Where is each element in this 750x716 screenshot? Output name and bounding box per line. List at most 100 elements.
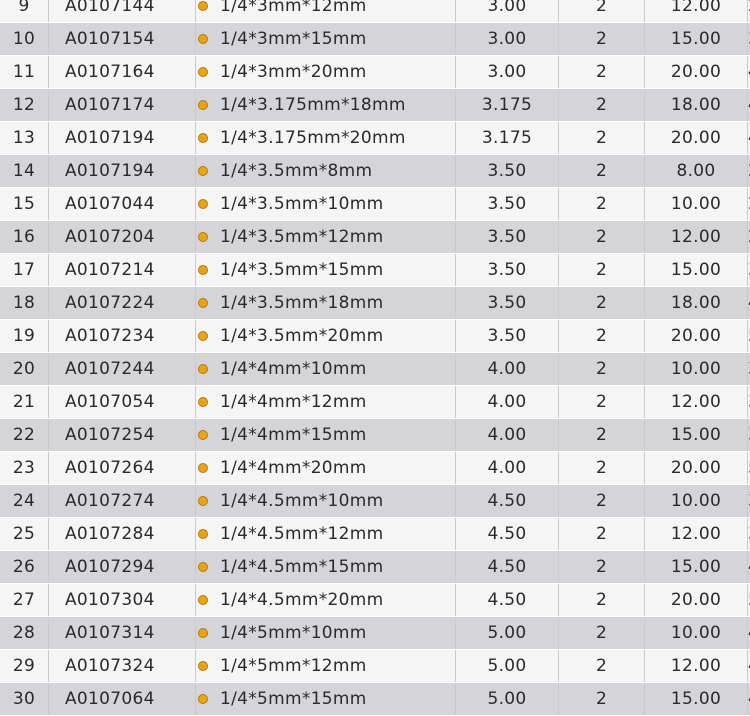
status-dot-icon xyxy=(198,1,208,11)
table-row: 15A01070441/4*3.5mm*10mm3.50210.0028.4 xyxy=(0,188,750,221)
spec-description: 1/4*4mm*20mm xyxy=(210,452,456,485)
shank-diameter: 4.50 xyxy=(456,518,559,551)
shank-diameter: 4.00 xyxy=(456,452,559,485)
shank-diameter: 4.50 xyxy=(456,584,559,617)
table-row: 10A01071541/4*3mm*15mm3.00215.0035.6 xyxy=(0,23,750,56)
cutting-length: 10.00 xyxy=(645,188,748,221)
part-code: A0107234 xyxy=(49,320,196,353)
flute-count: 2 xyxy=(559,518,645,551)
flute-count: 2 xyxy=(559,683,645,716)
spec-table-body: 9A01071441/4*3mm*12mm3.00212.0028.410A01… xyxy=(0,0,750,716)
shank-diameter: 5.00 xyxy=(456,617,559,650)
cutting-length: 12.00 xyxy=(645,650,748,683)
cutting-length: 15.00 xyxy=(645,551,748,584)
status-dot-cell xyxy=(196,0,211,23)
shank-diameter: 3.175 xyxy=(456,89,559,122)
status-dot-cell xyxy=(196,518,211,551)
table-row: 17A01072141/4*3.5mm*15mm3.50215.0035.6 xyxy=(0,254,750,287)
table-row: 23A01072641/4*4mm*20mm4.00220.0051.8 xyxy=(0,452,750,485)
spec-description: 1/4*3.5mm*10mm xyxy=(210,188,456,221)
row-number: 29 xyxy=(0,650,49,683)
table-row: 19A01072341/4*3.5mm*20mm3.50220.0052.8 xyxy=(0,320,750,353)
part-code: A0107054 xyxy=(49,386,196,419)
table-row: 21A01070541/4*4mm*12mm4.00212.0035.6 xyxy=(0,386,750,419)
spec-description: 1/4*4.5mm*20mm xyxy=(210,584,456,617)
shank-diameter: 5.00 xyxy=(456,683,559,716)
flute-count: 2 xyxy=(559,452,645,485)
table-row: 25A01072841/4*4.5mm*12mm4.50212.0039.6 xyxy=(0,518,750,551)
cutting-length: 12.00 xyxy=(645,518,748,551)
flute-count: 2 xyxy=(559,650,645,683)
part-code: A0107264 xyxy=(49,452,196,485)
row-number: 9 xyxy=(0,0,49,23)
cutting-length: 10.00 xyxy=(645,485,748,518)
spec-description: 1/4*3.175mm*20mm xyxy=(210,122,456,155)
status-dot-cell xyxy=(196,485,211,518)
shank-diameter: 3.50 xyxy=(456,320,559,353)
spec-description: 1/4*3mm*15mm xyxy=(210,23,456,56)
status-dot-icon xyxy=(198,595,208,605)
part-code: A0107164 xyxy=(49,56,196,89)
status-dot-cell xyxy=(196,221,211,254)
part-code: A0107244 xyxy=(49,353,196,386)
spec-description: 1/4*3mm*12mm xyxy=(210,0,456,23)
status-dot-cell xyxy=(196,287,211,320)
table-row: 27A01073041/4*4.5mm*20mm4.50220.0051.8 xyxy=(0,584,750,617)
part-code: A0107144 xyxy=(49,0,196,23)
cutting-length: 12.00 xyxy=(645,221,748,254)
spec-description: 1/4*5mm*10mm xyxy=(210,617,456,650)
table-row: 20A01072441/4*4mm*10mm4.00210.0035.6 xyxy=(0,353,750,386)
table-row: 11A01071641/4*3mm*20mm3.00220.0049.2 xyxy=(0,56,750,89)
status-dot-cell xyxy=(196,617,211,650)
row-number: 26 xyxy=(0,551,49,584)
cutting-length: 15.00 xyxy=(645,683,748,716)
cutting-length: 12.00 xyxy=(645,0,748,23)
flute-count: 2 xyxy=(559,617,645,650)
flute-count: 2 xyxy=(559,56,645,89)
cutting-length: 15.00 xyxy=(645,254,748,287)
status-dot-icon xyxy=(198,661,208,671)
cutting-length: 20.00 xyxy=(645,584,748,617)
spec-description: 1/4*3.5mm*15mm xyxy=(210,254,456,287)
row-number: 22 xyxy=(0,419,49,452)
cutting-length: 12.00 xyxy=(645,386,748,419)
part-code: A0107324 xyxy=(49,650,196,683)
spec-description: 1/4*4.5mm*10mm xyxy=(210,485,456,518)
status-dot-icon xyxy=(198,265,208,275)
status-dot-cell xyxy=(196,452,211,485)
row-number: 19 xyxy=(0,320,49,353)
part-code: A0107044 xyxy=(49,188,196,221)
cutting-length: 15.00 xyxy=(645,23,748,56)
flute-count: 2 xyxy=(559,221,645,254)
spec-description: 1/4*5mm*12mm xyxy=(210,650,456,683)
status-dot-icon xyxy=(198,562,208,572)
part-code: A0107194 xyxy=(49,122,196,155)
status-dot-icon xyxy=(198,463,208,473)
status-dot-cell xyxy=(196,320,211,353)
spec-description: 1/4*3.5mm*18mm xyxy=(210,287,456,320)
shank-diameter: 5.00 xyxy=(456,650,559,683)
table-row: 22A01072541/4*4mm*15mm4.00215.0039.6 xyxy=(0,419,750,452)
shank-diameter: 4.50 xyxy=(456,551,559,584)
table-row: 28A01073141/4*5mm*10mm5.00210.0042.6 xyxy=(0,617,750,650)
spec-description: 1/4*4.5mm*15mm xyxy=(210,551,456,584)
part-code: A0107304 xyxy=(49,584,196,617)
row-number: 18 xyxy=(0,287,49,320)
status-dot-cell xyxy=(196,155,211,188)
status-dot-cell xyxy=(196,419,211,452)
cutting-length: 15.00 xyxy=(645,419,748,452)
part-code: A0107194 xyxy=(49,155,196,188)
spec-description: 1/4*3mm*20mm xyxy=(210,56,456,89)
flute-count: 2 xyxy=(559,551,645,584)
shank-diameter: 3.50 xyxy=(456,287,559,320)
spec-description: 1/4*3.5mm*12mm xyxy=(210,221,456,254)
table-row: 29A01073241/4*5mm*12mm5.00212.0042.6 xyxy=(0,650,750,683)
row-number: 15 xyxy=(0,188,49,221)
table-row: 16A01072041/4*3.5mm*12mm3.50212.0028.4 xyxy=(0,221,750,254)
shank-diameter: 4.00 xyxy=(456,353,559,386)
product-spec-table: 9A01071441/4*3mm*12mm3.00212.0028.410A01… xyxy=(0,0,750,716)
shank-diameter: 3.00 xyxy=(456,23,559,56)
cutting-length: 18.00 xyxy=(645,287,748,320)
cutting-length: 20.00 xyxy=(645,320,748,353)
status-dot-icon xyxy=(198,34,208,44)
